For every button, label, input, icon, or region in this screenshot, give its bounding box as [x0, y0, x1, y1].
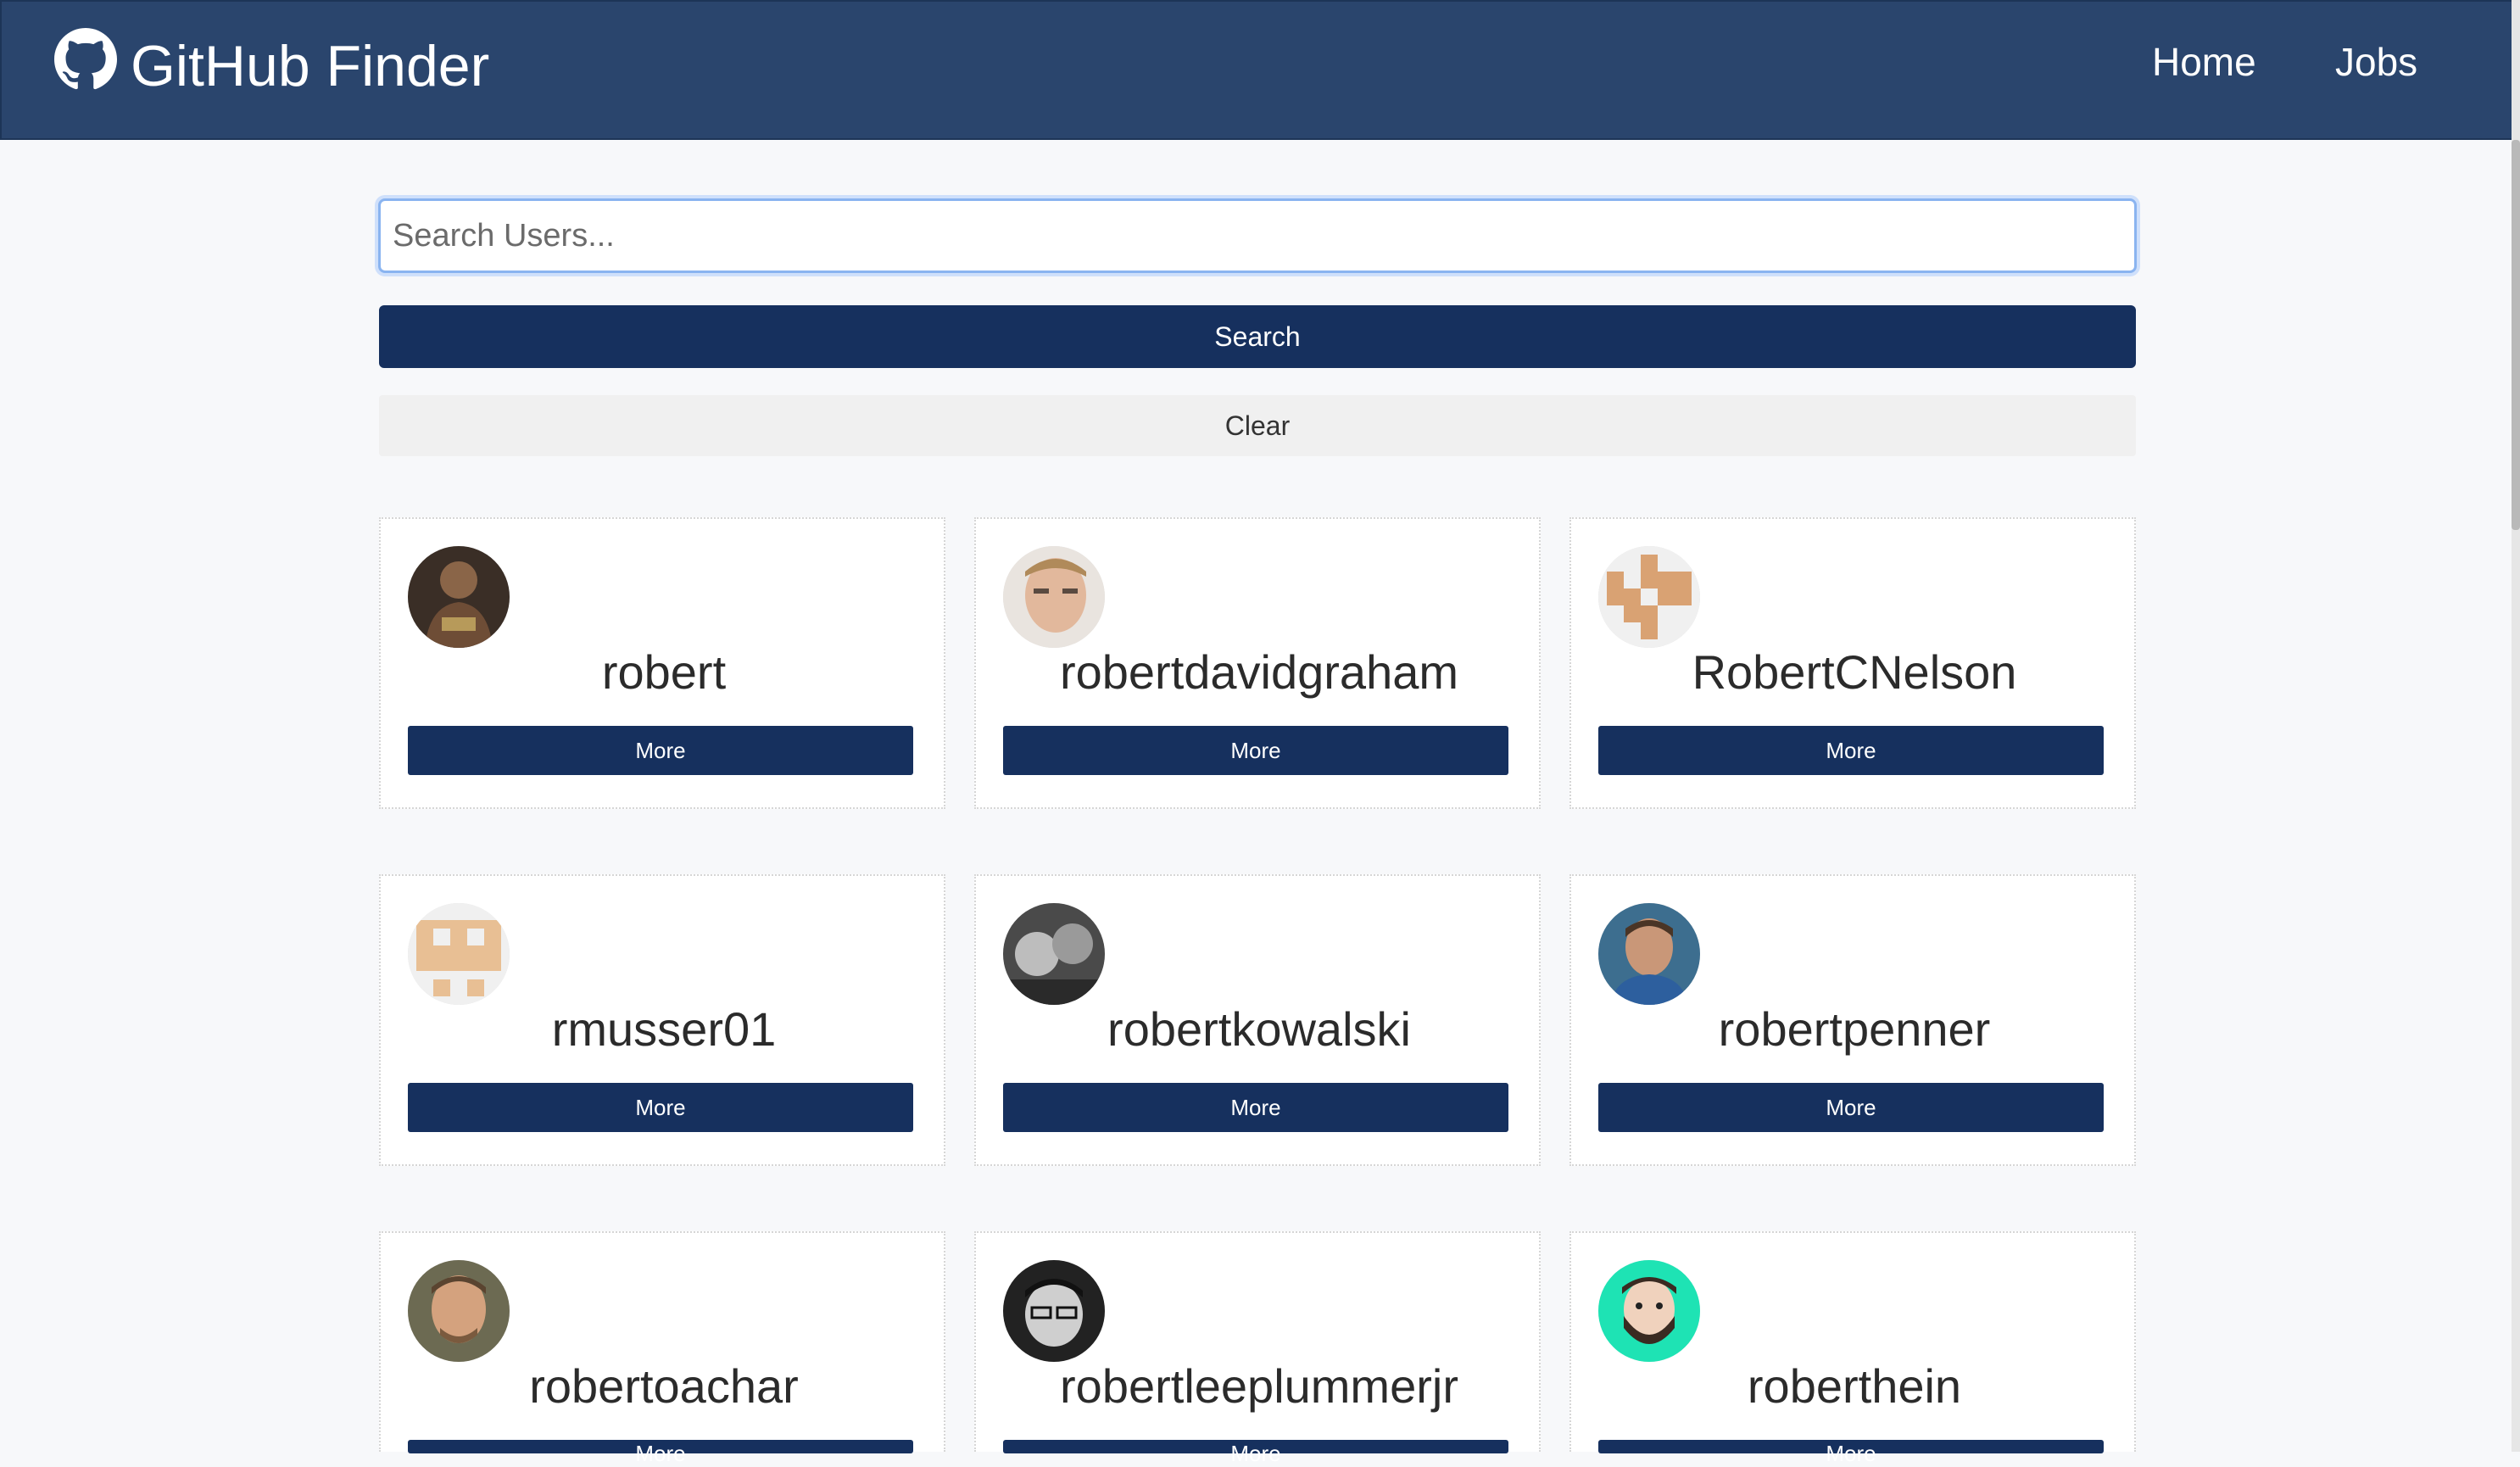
avatar: [1598, 1260, 1700, 1362]
user-card: rmusser01 More: [379, 874, 945, 1166]
user-card: robertpenner More: [1569, 874, 2136, 1166]
avatar: [1003, 546, 1105, 648]
scrollbar-thumb[interactable]: [2512, 140, 2520, 530]
nav-link-home[interactable]: Home: [2152, 39, 2256, 85]
avatar: [1598, 903, 1700, 1005]
user-card: roberthein More: [1569, 1231, 2136, 1466]
search-input[interactable]: [378, 198, 2137, 273]
more-button[interactable]: More: [408, 1083, 913, 1132]
username: RobertCNelson: [1692, 645, 2017, 699]
more-button[interactable]: More: [1003, 726, 1508, 775]
username: roberthein: [1747, 1359, 1962, 1413]
more-button[interactable]: More: [1598, 726, 2104, 775]
username: rmusser01: [551, 1002, 777, 1056]
brand[interactable]: GitHub Finder: [54, 28, 490, 104]
user-card: robertkowalski More: [974, 874, 1541, 1166]
more-button[interactable]: More: [1598, 1083, 2104, 1132]
username: robertpenner: [1718, 1002, 1991, 1056]
avatar: [408, 546, 510, 648]
more-button[interactable]: More: [408, 726, 913, 775]
user-card: robertleeplummerjr More: [974, 1231, 1541, 1466]
brand-title: GitHub Finder: [131, 34, 490, 98]
avatar: [1003, 1260, 1105, 1362]
avatar: [1003, 903, 1105, 1005]
nav-link-jobs[interactable]: Jobs: [2335, 39, 2417, 85]
username: robertdavidgraham: [1059, 645, 1459, 699]
username: robertleeplummerjr: [1060, 1359, 1458, 1413]
avatar: [408, 903, 510, 1005]
username: robertkowalski: [1107, 1002, 1411, 1056]
more-button[interactable]: More: [1003, 1083, 1508, 1132]
user-card: robert More: [379, 517, 945, 809]
avatar: [1598, 546, 1700, 648]
username: robertoachar: [529, 1359, 799, 1413]
username: robert: [601, 645, 727, 699]
clear-button[interactable]: Clear: [379, 395, 2136, 456]
search-button[interactable]: Search: [379, 305, 2136, 368]
avatar: [408, 1260, 510, 1362]
navbar: GitHub Finder Home Jobs: [0, 0, 2520, 140]
github-icon: [54, 28, 117, 104]
user-card: robertoachar More: [379, 1231, 945, 1466]
user-card: robertdavidgraham More: [974, 517, 1541, 809]
user-card: RobertCNelson More: [1569, 517, 2136, 809]
